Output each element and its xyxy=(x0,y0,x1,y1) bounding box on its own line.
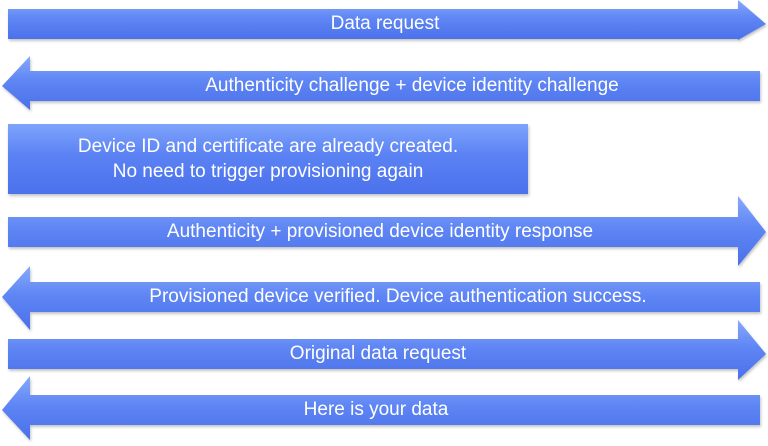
message-label: Here is your data xyxy=(303,399,449,420)
provisioning-note: Device ID and certificate are already cr… xyxy=(8,124,528,194)
note-line-2: No need to trigger provisioning again xyxy=(112,161,424,182)
message-label: Original data request xyxy=(289,343,467,364)
message-label: Authenticity + provisioned device identi… xyxy=(166,221,594,242)
message-label: Provisioned device verified. Device auth… xyxy=(149,286,647,307)
note-line-1: Device ID and certificate are already cr… xyxy=(77,136,459,157)
message-label: Authenticity challenge + device identity… xyxy=(205,75,619,96)
message-label: Data request xyxy=(330,13,440,34)
